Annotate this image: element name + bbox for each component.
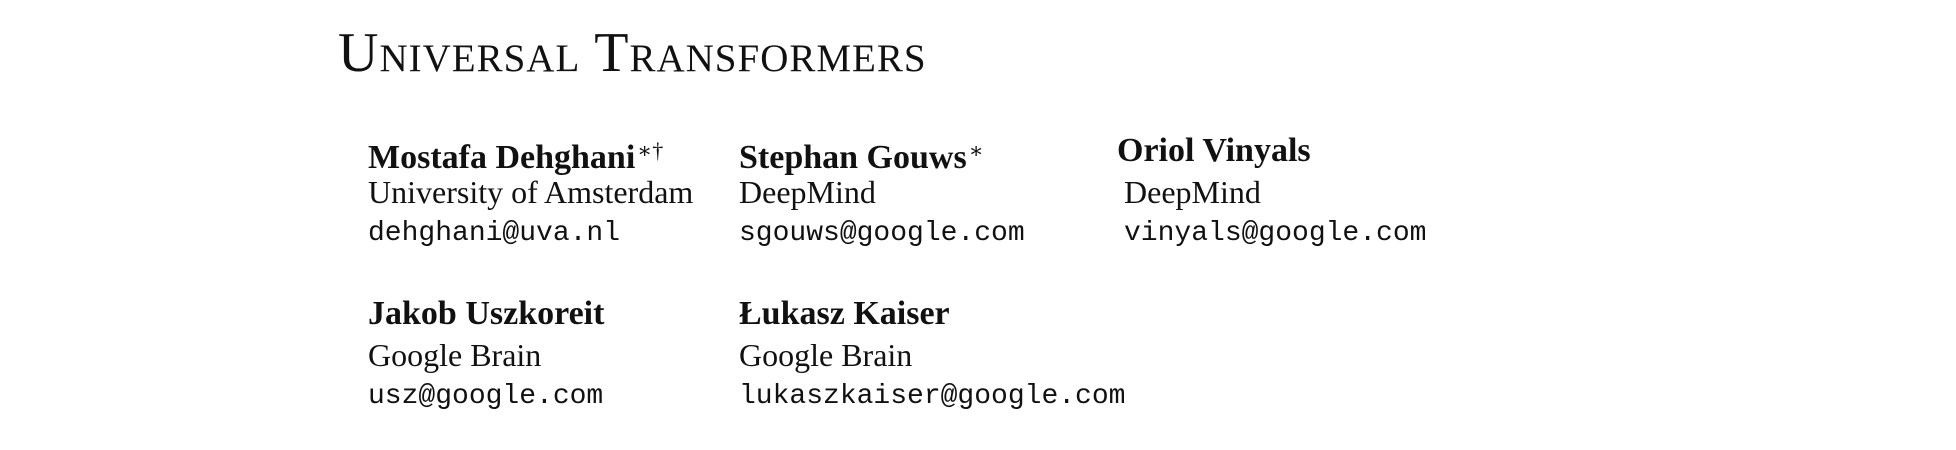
author-email: dehghani@uva.nl [368, 218, 621, 249]
author-affiliation: DeepMind [1124, 174, 1261, 210]
author-name: Łukasz Kaiser [739, 294, 1125, 334]
author-block: Łukasz Kaiser Google Brain lukaszkaiser@… [739, 294, 1125, 418]
author-footnote-marks: ∗ [968, 138, 984, 163]
author-name-text: Oriol Vinyals [1117, 132, 1311, 169]
author-affiliation: University of Amsterdam [368, 174, 694, 210]
author-affiliation: DeepMind [739, 174, 876, 210]
author-affiliation: Google Brain [739, 337, 913, 373]
author-block: Oriol Vinyals DeepMind vinyals@google.co… [1117, 131, 1426, 255]
author-name: Oriol Vinyals [1117, 131, 1426, 171]
author-block: Mostafa Dehghani∗† University of Amsterd… [368, 131, 693, 255]
author-name: Mostafa Dehghani∗† [368, 131, 693, 176]
author-email: vinyals@google.com [1124, 218, 1427, 249]
paper-title: Universal Transformers [338, 22, 927, 84]
author-affiliation: Google Brain [368, 337, 542, 373]
author-block: Jakob Uszkoreit Google Brain usz@google.… [368, 294, 604, 418]
author-name-text: Łukasz Kaiser [739, 295, 950, 332]
author-name: Stephan Gouws∗ [739, 131, 1025, 176]
author-name: Jakob Uszkoreit [368, 294, 604, 334]
author-footnote-marks: ∗† [637, 138, 664, 163]
author-name-text: Jakob Uszkoreit [368, 295, 605, 332]
author-email: sgouws@google.com [739, 218, 1025, 249]
author-block: Stephan Gouws∗ DeepMind sgouws@google.co… [739, 131, 1025, 255]
author-email: lukaszkaiser@google.com [739, 381, 1126, 412]
author-email: usz@google.com [368, 381, 604, 412]
